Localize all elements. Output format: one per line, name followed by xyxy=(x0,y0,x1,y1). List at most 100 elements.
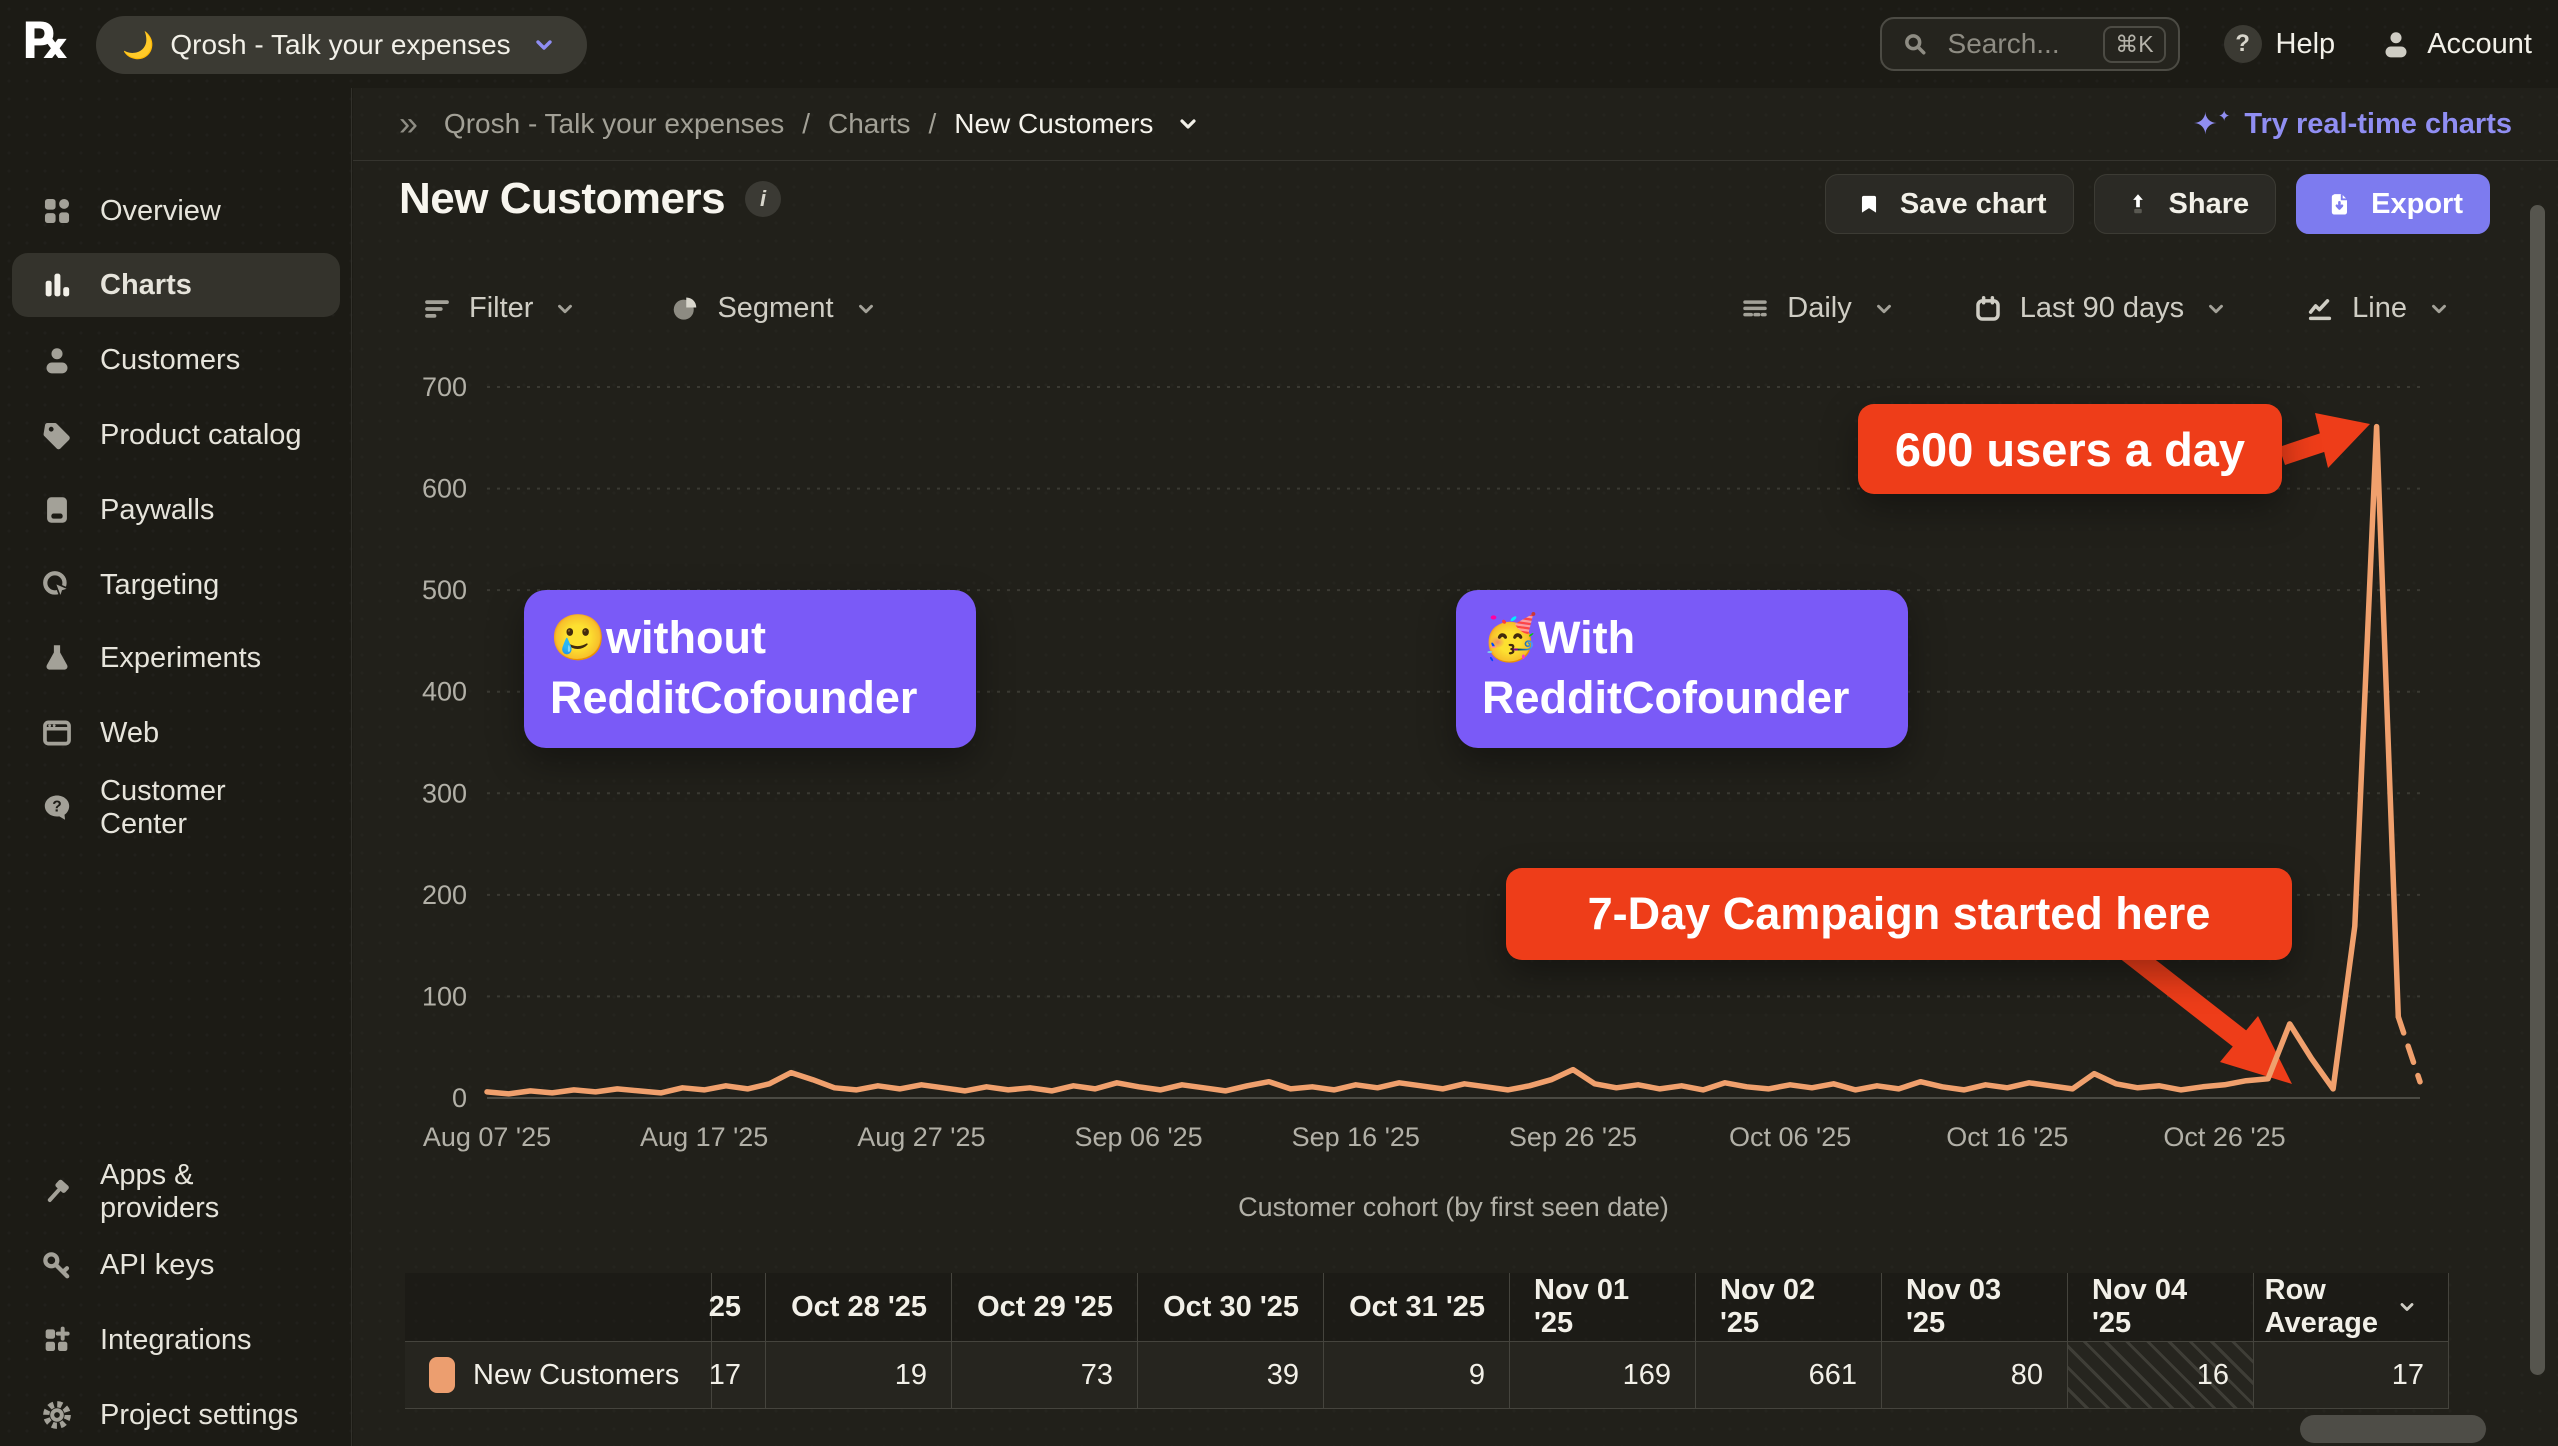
try-realtime-charts-link[interactable]: ✦✦ Try real-time charts xyxy=(2193,107,2512,142)
info-icon[interactable]: i xyxy=(745,181,781,217)
horizontal-scrollbar[interactable] xyxy=(2300,1415,2486,1443)
sidebar-item-label: Paywalls xyxy=(100,494,214,527)
table-header-date: Nov 03 '25 xyxy=(1881,1273,2067,1341)
table-header-row-average[interactable]: Row Average xyxy=(2253,1273,2449,1341)
person-icon xyxy=(2379,27,2413,61)
table-value-cell: 17 xyxy=(711,1341,765,1409)
sidebar-item-overview[interactable]: Overview xyxy=(12,179,340,243)
table-value-cell: 661 xyxy=(1695,1341,1881,1409)
sidebar-item-charts[interactable]: Charts xyxy=(12,253,340,317)
sidebar-item-label: Integrations xyxy=(100,1324,252,1357)
table-header-date: Oct 31 '25 xyxy=(1323,1273,1509,1341)
sidebar-item-customer-center[interactable]: ?Customer Center xyxy=(12,776,340,840)
calendar-icon xyxy=(1971,294,2005,324)
chart-type-dropdown[interactable]: Line xyxy=(2303,292,2456,325)
segment-pie-icon xyxy=(668,294,702,324)
sidebar-item-customers[interactable]: Customers xyxy=(12,328,340,392)
bookmark-icon xyxy=(1852,191,1886,217)
sidebar-item-project-settings[interactable]: Project settings xyxy=(12,1383,340,1446)
export-label: Export xyxy=(2371,188,2463,221)
table-value-cell: 73 xyxy=(951,1341,1137,1409)
granularity-dropdown[interactable]: Daily xyxy=(1738,292,1900,325)
chevron-down-icon xyxy=(527,33,561,57)
gear-icon xyxy=(40,1398,74,1432)
top-bar: ℞ 🌙 Qrosh - Talk your expenses Search...… xyxy=(0,0,2558,88)
target-icon xyxy=(40,568,74,602)
hammer-icon xyxy=(40,1175,74,1209)
chevron-down-icon xyxy=(849,298,883,320)
export-button[interactable]: Export xyxy=(2296,174,2490,234)
breadcrumb-item[interactable]: New Customers xyxy=(954,108,1153,140)
annotation-600-users: 600 users a day xyxy=(1858,404,2282,494)
sidebar-item-label: Targeting xyxy=(100,569,219,602)
sidebar-item-web[interactable]: Web xyxy=(12,701,340,765)
search-placeholder: Search... xyxy=(1948,28,2088,60)
account-button[interactable]: Account xyxy=(2379,27,2532,61)
person-icon xyxy=(40,343,74,377)
help-button[interactable]: ? Help xyxy=(2224,25,2336,63)
table-value-cell: 17 xyxy=(2253,1341,2449,1409)
sidebar-item-product-catalog[interactable]: Product catalog xyxy=(12,403,340,467)
party-face-emoji: 🥳 xyxy=(1482,612,1538,663)
series-name: New Customers xyxy=(473,1359,679,1392)
sidebar-item-integrations[interactable]: Integrations xyxy=(12,1308,340,1372)
vertical-scrollbar[interactable] xyxy=(2530,205,2545,1375)
search-shortcut-badge: ⌘K xyxy=(2103,26,2165,63)
app-logo[interactable]: ℞ xyxy=(24,12,69,70)
collapse-sidebar-icon[interactable]: » xyxy=(399,105,418,144)
sidebar-item-label: Experiments xyxy=(100,642,261,675)
grid-icon xyxy=(40,194,74,228)
table-header-date: Nov 01 '25 xyxy=(1509,1273,1695,1341)
table-value-cell: 9 xyxy=(1323,1341,1509,1409)
search-icon xyxy=(1898,30,1932,58)
table-value-cell: 19 xyxy=(765,1341,951,1409)
chevron-down-icon[interactable] xyxy=(1171,112,1205,136)
crying-smile-emoji: 🥲 xyxy=(550,612,606,663)
sidebar-item-api-keys[interactable]: API keys xyxy=(12,1233,340,1297)
line-chart-icon xyxy=(2303,294,2337,324)
chevron-down-icon xyxy=(1867,298,1901,320)
cohort-table: 25Oct 28 '25Oct 29 '25Oct 30 '25Oct 31 '… xyxy=(405,1273,2449,1409)
series-color-swatch xyxy=(429,1357,455,1393)
table-value-cell: 80 xyxy=(1881,1341,2067,1409)
page-title: New Customers xyxy=(399,174,725,224)
revenuecat-dashboard: ℞ 🌙 Qrosh - Talk your expenses Search...… xyxy=(0,0,2558,1446)
date-range-dropdown[interactable]: Last 90 days xyxy=(1971,292,2233,325)
chart-x-axis-caption: Customer cohort (by first seen date) xyxy=(487,1192,2420,1223)
sidebar-item-label: Charts xyxy=(100,269,192,302)
table-header-date: 25 xyxy=(711,1273,765,1341)
annotation-without-redditcofounder: 🥲without RedditCofounder xyxy=(524,590,976,748)
segment-dropdown[interactable]: Segment xyxy=(668,292,882,325)
sidebar-item-label: Product catalog xyxy=(100,419,302,452)
browser-icon xyxy=(40,716,74,750)
sidebar-item-experiments[interactable]: Experiments xyxy=(12,626,340,690)
filter-icon xyxy=(420,294,454,324)
project-selector[interactable]: 🌙 Qrosh - Talk your expenses xyxy=(96,16,587,74)
tag-icon xyxy=(40,418,74,452)
share-button[interactable]: Share xyxy=(2094,174,2277,234)
breadcrumb: » Qrosh - Talk your expenses/Charts/New … xyxy=(399,105,1205,144)
chevron-down-icon xyxy=(2390,1297,2424,1317)
sidebar-item-targeting[interactable]: Targeting xyxy=(12,553,340,617)
sidebar-item-label: Overview xyxy=(100,195,221,228)
sidebar-item-paywalls[interactable]: Paywalls xyxy=(12,478,340,542)
save-chart-button[interactable]: Save chart xyxy=(1825,174,2074,234)
breadcrumb-separator: / xyxy=(928,108,936,140)
project-icon: 🌙 xyxy=(122,30,154,61)
breadcrumb-item[interactable]: Qrosh - Talk your expenses xyxy=(444,108,784,140)
sidebar-item-label: Web xyxy=(100,717,159,750)
project-name: Qrosh - Talk your expenses xyxy=(170,29,510,61)
search-input[interactable]: Search... ⌘K xyxy=(1880,17,2180,71)
date-range-label: Last 90 days xyxy=(2020,292,2184,325)
breadcrumb-item[interactable]: Charts xyxy=(828,108,910,140)
table-header-date: Oct 28 '25 xyxy=(765,1273,951,1341)
table-header-date: Nov 02 '25 xyxy=(1695,1273,1881,1341)
filter-dropdown[interactable]: Filter xyxy=(420,292,582,325)
sidebar-item-apps-providers[interactable]: Apps & providers xyxy=(12,1160,340,1224)
table-header-series xyxy=(405,1273,711,1341)
svg-text:?: ? xyxy=(52,799,62,816)
sidebar-item-label: Apps & providers xyxy=(100,1159,312,1225)
bar-chart-icon xyxy=(40,268,74,302)
rows-icon xyxy=(1738,294,1772,324)
try-realtime-label: Try real-time charts xyxy=(2244,108,2512,141)
